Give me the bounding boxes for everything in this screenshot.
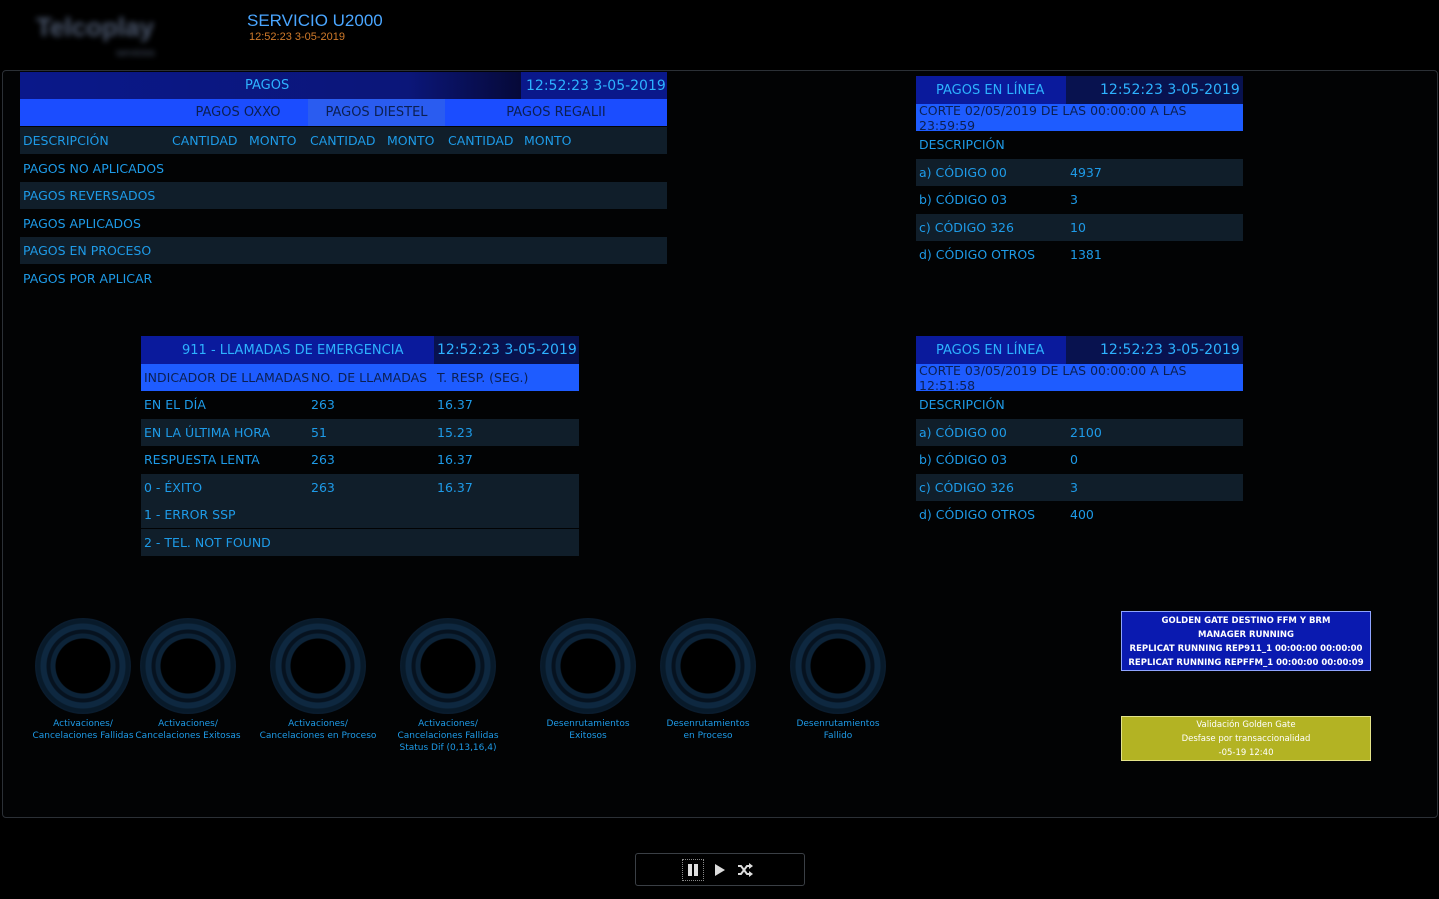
column-header: MONTO [387, 133, 435, 148]
gauge-activaciones-exitosas[interactable] [140, 618, 236, 714]
corte-range: CORTE 03/05/2019 DE LAS 00:00:00 A LAS 1… [916, 363, 1243, 393]
table-row: b) CÓDIGO 03 0 [919, 452, 1078, 467]
gauge-activaciones-en-proceso[interactable] [270, 618, 366, 714]
pagos-linea-table-1: PAGOS EN LÍNEA 12:52:23 3-05-2019 CORTE … [916, 76, 1243, 270]
gauge-label: Desenrutamientos Exitosos [546, 719, 630, 741]
column-header: T. RESP. (SEG.) [437, 370, 529, 385]
shuffle-icon[interactable] [734, 859, 756, 881]
play-icon[interactable] [708, 859, 730, 881]
pagos-group-oxxo: PAGOS OXXO [168, 99, 308, 126]
gauge-label: Activaciones/Cancelaciones en Proceso [259, 719, 377, 741]
emergency-title: 911 - LLAMADAS DE EMERGENCIA [141, 336, 434, 364]
table-row: 2 - TEL. NOT FOUND [141, 529, 579, 556]
column-header: INDICADOR DE LLAMADAS [144, 370, 310, 385]
pagos-column-headers: DESCRIPCIÓN CANTIDAD MONTO CANTIDAD MONT… [20, 127, 667, 154]
table-row: 0 - ÉXITO 263 16.37 [141, 474, 579, 501]
gauge-desenrutamientos-en-proceso[interactable] [660, 618, 756, 714]
pagos-title-bar: PAGOS 12:52:23 3-05-2019 [20, 72, 667, 99]
company-logo: Telcoplay servicios [36, 12, 155, 59]
pagos-group-diestel: PAGOS DIESTEL [308, 99, 445, 126]
table-row: PAGOS REVERSADOS [20, 182, 667, 209]
gauge-desenrutamientos-exitosos[interactable] [540, 618, 636, 714]
pagos-group-regalii: PAGOS REGALII [445, 99, 667, 126]
pagos-title: PAGOS [245, 78, 290, 93]
table-row: a) CÓDIGO 00 4937 [916, 159, 1243, 186]
gauge-activaciones-fallidas[interactable] [35, 618, 131, 714]
table-row: EN EL DÍA 263 16.37 [144, 397, 473, 412]
gauge-label: Activaciones/Cancelaciones Fallidas Statu… [397, 719, 499, 753]
column-header: DESCRIPCIÓN [23, 133, 109, 148]
header-timestamp: 12:52:23 3-05-2019 [249, 31, 346, 43]
table-row: b) CÓDIGO 03 3 [919, 192, 1078, 207]
pagos-linea-title: PAGOS EN LÍNEA [916, 336, 1066, 364]
description-header: DESCRIPCIÓN [919, 397, 1005, 412]
gauge-label: Desenrutamientos en Proceso [666, 719, 750, 741]
table-row: d) CÓDIGO OTROS 1381 [919, 247, 1102, 262]
column-header: CANTIDAD [172, 133, 238, 148]
pagos-linea-timestamp: 12:52:23 3-05-2019 [1066, 76, 1243, 104]
table-row: c) CÓDIGO 326 3 [916, 474, 1243, 501]
column-header: CANTIDAD [448, 133, 514, 148]
pause-icon[interactable] [682, 859, 704, 881]
column-header: MONTO [249, 133, 297, 148]
pagos-linea-timestamp: 12:52:23 3-05-2019 [1066, 336, 1243, 364]
column-header: MONTO [524, 133, 572, 148]
pagos-group-blank [20, 99, 168, 126]
pagos-linea-table-2: PAGOS EN LÍNEA 12:52:23 3-05-2019 CORTE … [916, 336, 1243, 530]
golden-gate-status: GOLDEN GATE DESTINO FFM Y BRM MANAGER RU… [1121, 611, 1371, 671]
column-header: CANTIDAD [310, 133, 376, 148]
gauge-activaciones-status-dif[interactable] [400, 618, 496, 714]
pagos-timestamp: 12:52:23 3-05-2019 [521, 72, 667, 99]
table-row: EN LA ÚLTIMA HORA 51 15.23 [141, 419, 579, 446]
column-header: NO. DE LLAMADAS [311, 370, 428, 385]
table-row: d) CÓDIGO OTROS 400 [919, 507, 1094, 522]
gauge-label: Desenrutamientos Fallido [796, 719, 880, 741]
page-title: SERVICIO U2000 [247, 11, 383, 30]
corte-range: CORTE 02/05/2019 DE LAS 00:00:00 A LAS 2… [916, 103, 1243, 133]
table-row: PAGOS NO APLICADOS [23, 161, 165, 176]
table-row: RESPUESTA LENTA 263 16.37 [144, 452, 473, 467]
table-row: PAGOS POR APLICAR [23, 271, 153, 286]
emergency-column-headers: INDICADOR DE LLAMADAS NO. DE LLAMADAS T.… [141, 364, 579, 391]
emergency-calls-table: 911 - LLAMADAS DE EMERGENCIA 12:52:23 3-… [141, 336, 579, 556]
table-row: 1 - ERROR SSP [141, 501, 579, 528]
description-header: DESCRIPCIÓN [919, 137, 1005, 152]
golden-gate-validation: Validación Golden Gate Desfase por trans… [1121, 716, 1371, 761]
table-row: c) CÓDIGO 326 10 [916, 214, 1243, 241]
emergency-timestamp: 12:52:23 3-05-2019 [434, 336, 579, 364]
table-row: PAGOS EN PROCESO [20, 237, 667, 264]
gauge-desenrutamientos-fallido[interactable] [790, 618, 886, 714]
slideshow-controls [635, 853, 805, 886]
table-row: PAGOS APLICADOS [23, 216, 141, 231]
pagos-group-headers: PAGOS OXXO PAGOS DIESTEL PAGOS REGALII [20, 99, 667, 126]
table-row: a) CÓDIGO 00 2100 [916, 419, 1243, 446]
gauge-label: Activaciones/Cancelaciones Exitosas [135, 719, 241, 741]
pagos-linea-title: PAGOS EN LÍNEA [916, 76, 1066, 104]
